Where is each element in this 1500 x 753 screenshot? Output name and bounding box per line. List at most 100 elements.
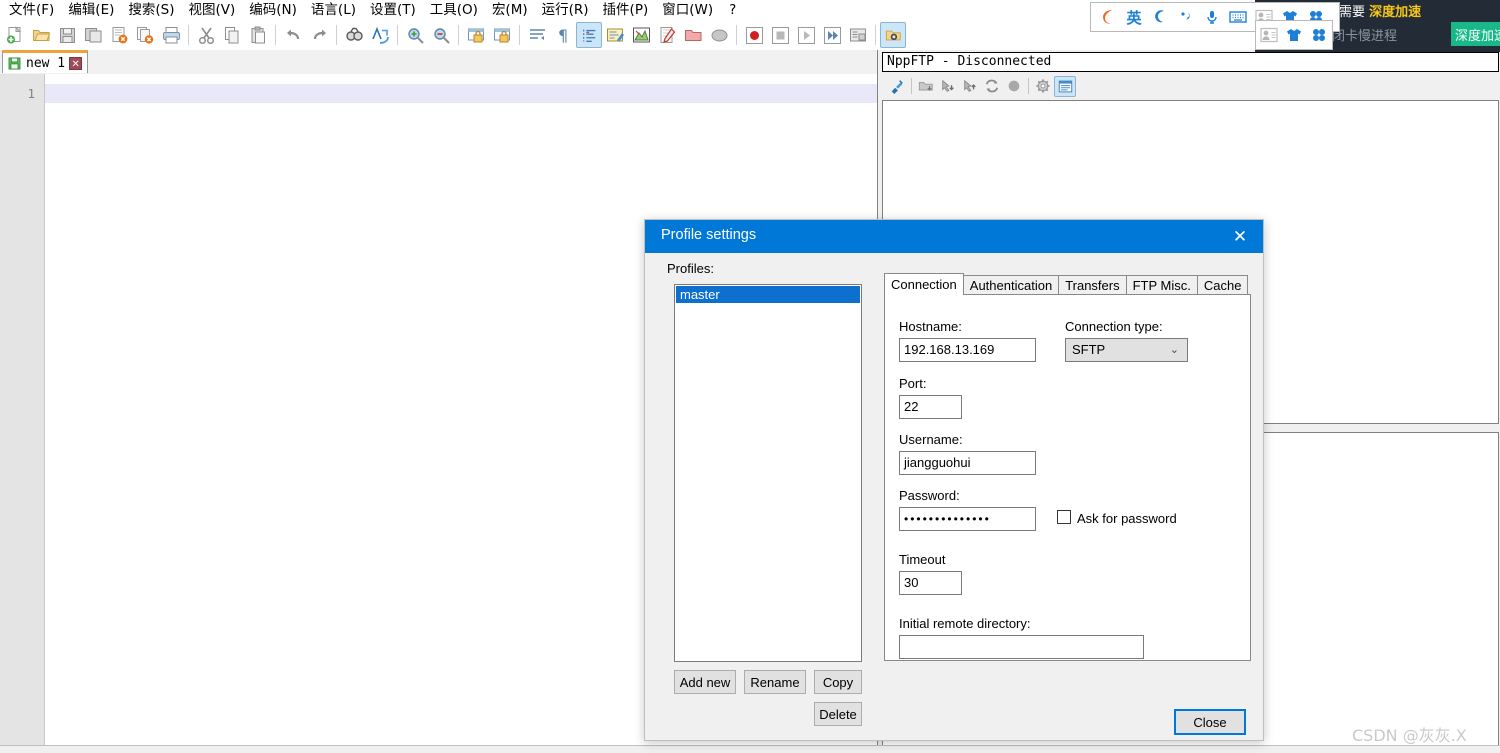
- rename-button[interactable]: Rename: [744, 670, 806, 694]
- download-folder-icon[interactable]: [915, 76, 937, 97]
- sync-horizontal-scroll-icon[interactable]: [489, 22, 515, 48]
- close-file-icon[interactable]: [106, 22, 132, 48]
- menu-tools[interactable]: 工具(O): [423, 0, 485, 20]
- hostname-input[interactable]: 192.168.13.169: [899, 338, 1036, 362]
- profile-settings-dialog: Profile settings ✕ Profiles: master Add …: [644, 219, 1264, 741]
- nppftp-toolbar-separator: [911, 78, 912, 94]
- menu-edit[interactable]: 编辑(E): [61, 0, 121, 20]
- save-macro-icon[interactable]: [845, 22, 871, 48]
- menu-macro[interactable]: 宏(M): [485, 0, 535, 20]
- user-profile-icon[interactable]: [1256, 22, 1281, 48]
- menu-window[interactable]: 窗口(W): [655, 0, 720, 20]
- ask-for-password-label[interactable]: Ask for password: [1077, 511, 1177, 526]
- record-macro-icon[interactable]: [741, 22, 767, 48]
- list-item[interactable]: master: [676, 286, 860, 303]
- status-bar: [0, 745, 1500, 753]
- settings-gear-icon[interactable]: [1032, 76, 1054, 97]
- indent-guide-icon[interactable]: [576, 22, 602, 48]
- menu-encoding[interactable]: 编码(N): [242, 0, 304, 20]
- initial-remote-directory-input[interactable]: [899, 635, 1144, 659]
- toolbar-separator: [188, 25, 189, 45]
- chinese-english-toggle-icon[interactable]: 英: [1121, 4, 1147, 30]
- ask-for-password-checkbox[interactable]: [1057, 510, 1071, 524]
- copy-icon[interactable]: [219, 22, 245, 48]
- timeout-input[interactable]: 30: [899, 571, 962, 595]
- paste-icon[interactable]: [245, 22, 271, 48]
- toolbar-separator: [397, 25, 398, 45]
- close-icon[interactable]: ✕: [69, 57, 82, 70]
- accelerate-button[interactable]: 深度加速: [1451, 22, 1500, 46]
- zoom-in-icon[interactable]: [402, 22, 428, 48]
- user-defined-language-icon[interactable]: [602, 22, 628, 48]
- undo-icon[interactable]: [280, 22, 306, 48]
- close-button[interactable]: Close: [1174, 709, 1246, 735]
- close-all-icon[interactable]: [132, 22, 158, 48]
- menu-settings[interactable]: 设置(T): [363, 0, 423, 20]
- password-input[interactable]: ••••••••••••••: [899, 507, 1036, 531]
- punctuation-icon[interactable]: [1173, 4, 1199, 30]
- soft-keyboard-icon[interactable]: [1225, 4, 1251, 30]
- menu-run[interactable]: 运行(R): [535, 0, 596, 20]
- dialog-title-bar[interactable]: Profile settings ✕: [645, 220, 1263, 253]
- port-input[interactable]: 22: [899, 395, 962, 419]
- menu-plugins[interactable]: 插件(P): [596, 0, 656, 20]
- menu-search[interactable]: 搜索(S): [121, 0, 181, 20]
- find-icon[interactable]: [341, 22, 367, 48]
- nppftp-title: NppFTP - Disconnected: [882, 52, 1499, 72]
- close-icon[interactable]: ✕: [1217, 220, 1263, 253]
- copy-button[interactable]: Copy: [814, 670, 862, 694]
- sync-vertical-scroll-icon[interactable]: [463, 22, 489, 48]
- stop-record-macro-icon[interactable]: [767, 22, 793, 48]
- username-input[interactable]: jiangguohui: [899, 451, 1036, 475]
- delete-button[interactable]: Delete: [814, 702, 862, 726]
- monitoring-icon[interactable]: [706, 22, 732, 48]
- skin-icon[interactable]: [1281, 22, 1306, 48]
- folder-as-workspace-icon[interactable]: [680, 22, 706, 48]
- connect-icon[interactable]: [886, 76, 908, 97]
- download-file-icon[interactable]: [937, 76, 959, 97]
- replace-icon[interactable]: [367, 22, 393, 48]
- zoom-out-icon[interactable]: [428, 22, 454, 48]
- line-number-gutter: 1: [0, 74, 45, 753]
- cut-icon[interactable]: [193, 22, 219, 48]
- tab-authentication[interactable]: Authentication: [963, 275, 1059, 295]
- menu-help[interactable]: ?: [720, 0, 745, 20]
- tab-transfers[interactable]: Transfers: [1058, 275, 1126, 295]
- abort-icon[interactable]: [1003, 76, 1025, 97]
- tab-cache[interactable]: Cache: [1197, 275, 1249, 295]
- tab-new-1[interactable]: new 1 ✕: [2, 50, 88, 73]
- play-macro-icon[interactable]: [793, 22, 819, 48]
- menu-file[interactable]: 文件(F): [2, 0, 61, 20]
- redo-icon[interactable]: [306, 22, 332, 48]
- tab-connection[interactable]: Connection: [884, 273, 964, 295]
- connection-type-select[interactable]: SFTP ⌄: [1065, 338, 1188, 362]
- tab-ftp-misc[interactable]: FTP Misc.: [1126, 275, 1198, 295]
- menu-language[interactable]: 语言(L): [304, 0, 363, 20]
- save-icon[interactable]: [54, 22, 80, 48]
- nppftp-icon[interactable]: [880, 22, 906, 48]
- moon-icon[interactable]: [1147, 4, 1173, 30]
- print-icon[interactable]: [158, 22, 184, 48]
- function-list-icon[interactable]: [654, 22, 680, 48]
- word-wrap-icon[interactable]: [524, 22, 550, 48]
- voice-input-icon[interactable]: [1199, 4, 1225, 30]
- menu-view[interactable]: 视图(V): [182, 0, 243, 20]
- sogou-logo-icon[interactable]: [1095, 4, 1121, 30]
- run-macro-multiple-icon[interactable]: [819, 22, 845, 48]
- refresh-icon[interactable]: [981, 76, 1003, 97]
- document-map-icon[interactable]: [628, 22, 654, 48]
- show-all-characters-icon[interactable]: ¶: [550, 22, 576, 48]
- chevron-down-icon: ⌄: [1170, 339, 1179, 361]
- initial-remote-directory-label: Initial remote directory:: [899, 616, 1031, 631]
- toolbar-separator: [875, 25, 876, 45]
- open-file-icon[interactable]: [28, 22, 54, 48]
- profiles-list[interactable]: master: [674, 284, 862, 662]
- timeout-label: Timeout: [899, 552, 945, 567]
- messages-window-icon[interactable]: [1054, 76, 1076, 97]
- svg-text:¶: ¶: [558, 26, 568, 45]
- save-all-icon[interactable]: [80, 22, 106, 48]
- add-new-button[interactable]: Add new: [674, 670, 736, 694]
- upload-file-icon[interactable]: [959, 76, 981, 97]
- new-file-icon[interactable]: [2, 22, 28, 48]
- toolbox-icon[interactable]: [1307, 22, 1332, 48]
